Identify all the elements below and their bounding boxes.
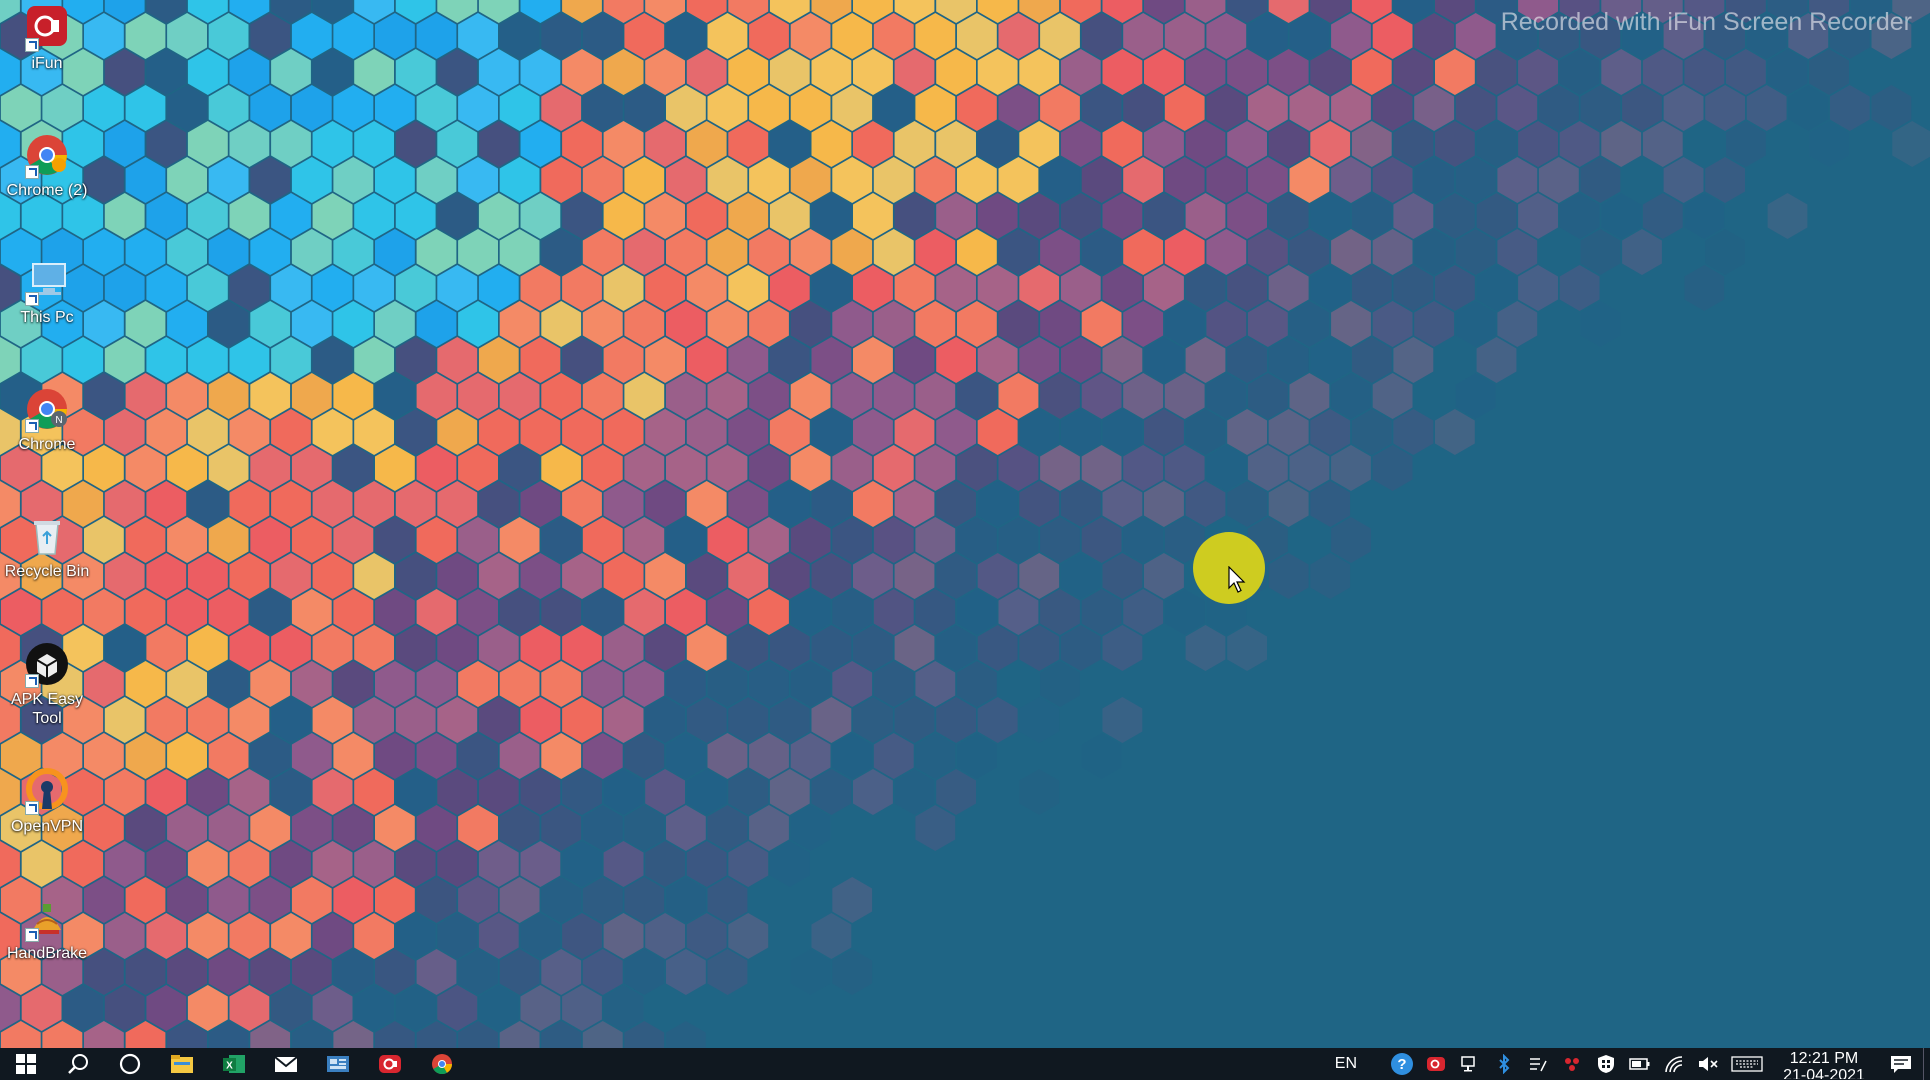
desktop-icon-this-pc[interactable]: This Pc	[0, 258, 94, 327]
search-icon	[68, 1054, 88, 1074]
start-icon	[16, 1054, 36, 1074]
tray-volume[interactable]	[1691, 1048, 1725, 1080]
taskbar-mail[interactable]	[260, 1048, 312, 1080]
chrome-icon	[23, 131, 71, 179]
desktop-icon-apk-easy-tool[interactable]: APK Easy Tool	[0, 640, 94, 728]
taskbar-file-explorer[interactable]	[156, 1048, 208, 1080]
recycle-bin-icon	[23, 512, 71, 560]
taskbar-clock[interactable]: 12:21 PM 21-04-2021	[1779, 1050, 1869, 1079]
desktop-icon-ifun[interactable]: iFun	[0, 4, 94, 73]
wifi-icon	[1665, 1056, 1683, 1073]
tray-help[interactable]: ?	[1385, 1048, 1419, 1080]
desktop-icon-label: APK Easy Tool	[10, 691, 84, 727]
help-icon: ?	[1391, 1053, 1413, 1075]
desktop-icon-handbrake[interactable]: HandBrake	[0, 894, 94, 963]
excel-icon: X	[223, 1055, 245, 1073]
ifun-recorder-icon	[1427, 1057, 1445, 1071]
desktop-icon-chrome[interactable]: N Chrome	[0, 385, 94, 454]
keyboard-icon	[1731, 1056, 1763, 1072]
desktop-icon-label: Recycle Bin	[4, 563, 90, 580]
desktop-icon-label: iFun	[31, 55, 63, 72]
cortana-icon	[119, 1053, 141, 1075]
recorder-watermark: Recorded with iFun Screen Recorder	[1500, 8, 1912, 36]
mail-icon	[274, 1056, 298, 1072]
desktop-icon-label: Chrome	[18, 436, 76, 453]
system-tray: EN ? 12:21 PM 21-04-2021	[1335, 1048, 1930, 1080]
chrome-icon: N	[23, 385, 71, 433]
network-icon	[1461, 1056, 1475, 1072]
svg-text:X: X	[226, 1061, 233, 1072]
taskbar-app[interactable]	[312, 1048, 364, 1080]
desktop-icon-chrome-2[interactable]: Chrome (2)	[0, 131, 94, 200]
ifun-recorder-icon	[379, 1055, 401, 1073]
svg-text:?: ?	[1397, 1056, 1406, 1073]
notifications-icon	[1891, 1056, 1911, 1073]
search-button[interactable]	[52, 1048, 104, 1080]
desktop-wallpaper	[0, 0, 1930, 1080]
taskbar-ifun-recorder[interactable]	[364, 1048, 416, 1080]
svg-text:N: N	[55, 415, 62, 426]
apk-easy-tool-icon	[23, 640, 71, 688]
pen-icon	[1530, 1058, 1547, 1072]
file-explorer-icon	[171, 1055, 193, 1073]
openvpn-icon	[23, 767, 71, 815]
app-icon	[327, 1056, 349, 1072]
mouse-cursor-icon	[1228, 566, 1246, 593]
tray-network[interactable]	[1453, 1048, 1487, 1080]
ifun-recorder-icon	[23, 4, 71, 52]
security-icon	[1598, 1055, 1614, 1073]
desktop-icon-recycle-bin[interactable]: Recycle Bin	[0, 512, 94, 581]
desktop-icon-label: HandBrake	[6, 945, 88, 962]
taskbar: X EN ? 12:21 PM 21-04-2021	[0, 1048, 1930, 1080]
taskbar-excel[interactable]: X	[208, 1048, 260, 1080]
handbrake-icon	[23, 894, 71, 942]
tray-bluetooth[interactable]	[1487, 1048, 1521, 1080]
battery-icon	[1629, 1058, 1650, 1070]
taskbar-chrome[interactable]	[416, 1048, 468, 1080]
desktop-icon-openvpn[interactable]: OpenVPN	[0, 767, 94, 836]
language-indicator[interactable]: EN	[1335, 1055, 1385, 1073]
bluetooth-icon	[1499, 1054, 1510, 1074]
start-button[interactable]	[0, 1048, 52, 1080]
clock-time: 12:21 PM	[1789, 1049, 1859, 1067]
desktop-icon-label: OpenVPN	[10, 818, 84, 835]
tray-pen[interactable]	[1521, 1048, 1555, 1080]
desktop-icon-label: This Pc	[20, 309, 74, 326]
app-icon	[1565, 1058, 1579, 1071]
tray-wifi[interactable]	[1657, 1048, 1691, 1080]
chrome-icon	[432, 1054, 453, 1075]
tray-touch-keyboard[interactable]	[1725, 1048, 1769, 1080]
desktop-icon-label: Chrome (2)	[6, 182, 88, 199]
tray-security[interactable]	[1589, 1048, 1623, 1080]
action-center-button[interactable]	[1879, 1048, 1923, 1080]
tray-app[interactable]	[1555, 1048, 1589, 1080]
show-desktop-button[interactable]	[1923, 1048, 1930, 1080]
clock-date: 21-04-2021	[1783, 1066, 1865, 1079]
tray-battery[interactable]	[1623, 1048, 1657, 1080]
computer-icon	[23, 258, 71, 306]
cortana-button[interactable]	[104, 1048, 156, 1080]
volume-muted-icon	[1699, 1057, 1718, 1071]
tray-ifun-recorder[interactable]	[1419, 1048, 1453, 1080]
